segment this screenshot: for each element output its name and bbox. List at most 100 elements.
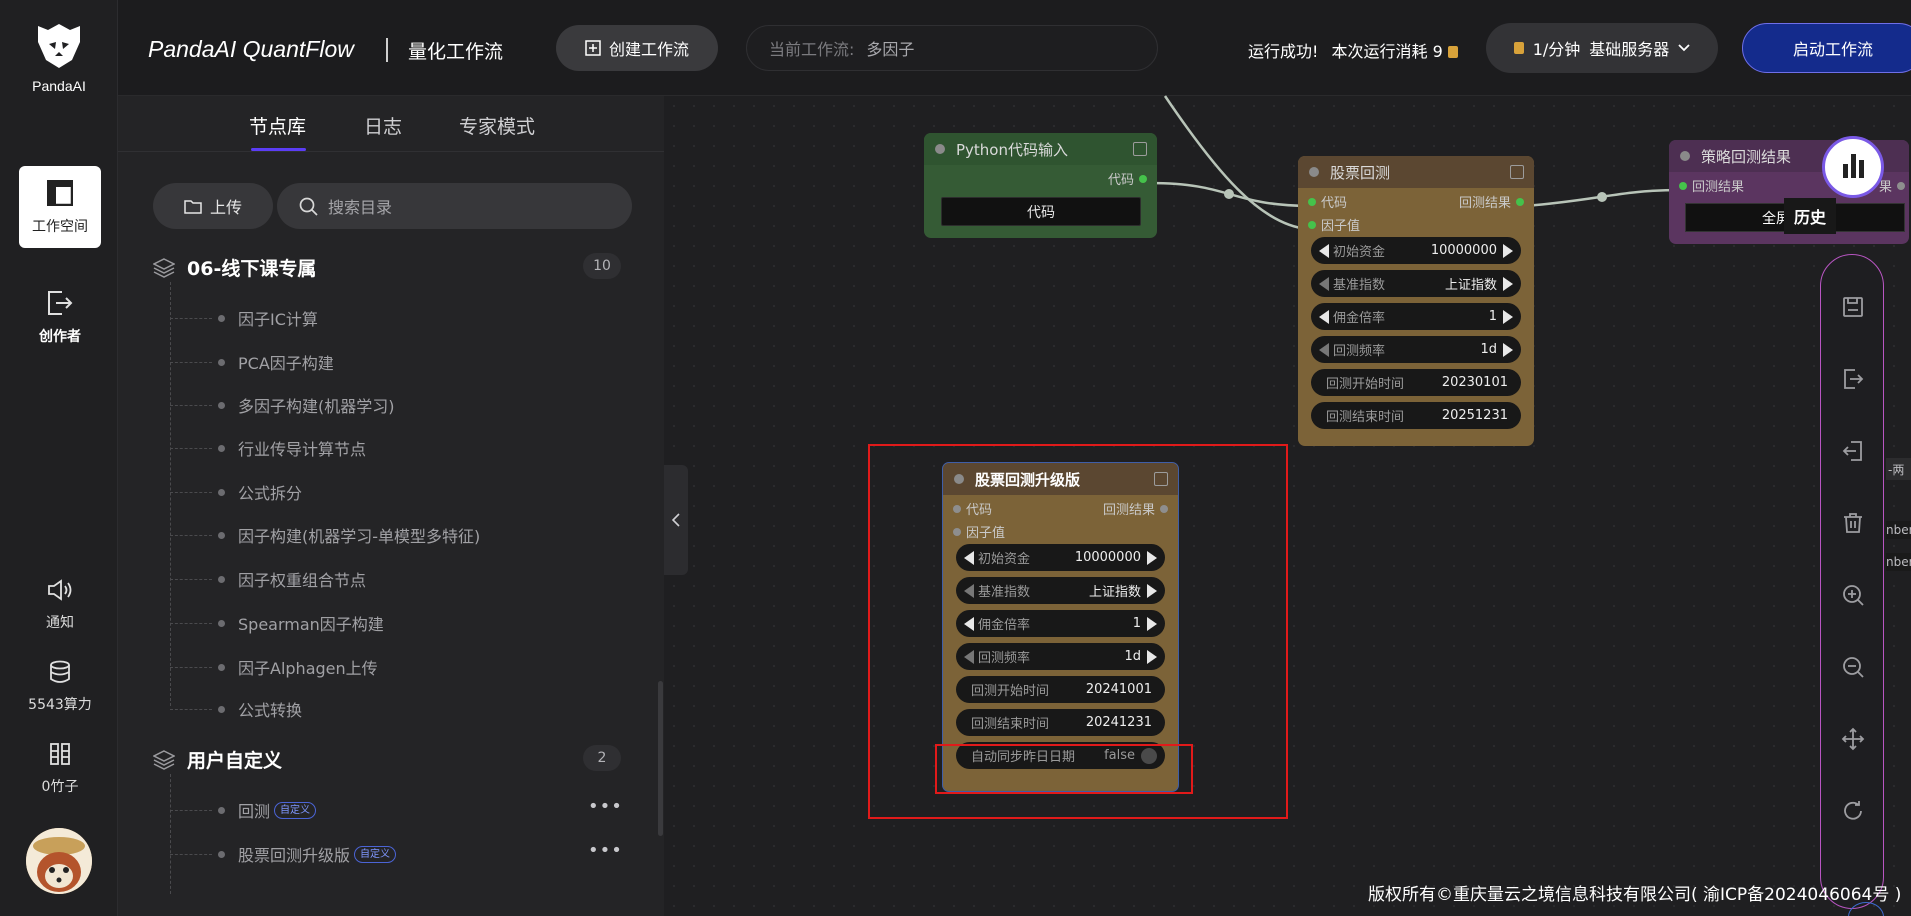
list-item[interactable]: 股票回测升级版 自定义 xyxy=(170,842,397,866)
input-port[interactable]: 回测结果 xyxy=(1679,176,1744,195)
history-button[interactable]: 历史 xyxy=(1784,198,1836,234)
list-item-label: 公式转换 xyxy=(238,701,303,720)
input-port[interactable]: 代码 xyxy=(1308,192,1347,211)
node-title: 策略回测结果 xyxy=(1701,147,1792,166)
list-item-label: 因子Alphagen上传 xyxy=(238,659,378,678)
server-select[interactable]: 1/分钟 基础服务器 xyxy=(1486,23,1718,73)
list-item[interactable]: 因子构建(机器学习-单模型多特征) xyxy=(170,523,480,547)
more-button[interactable]: ••• xyxy=(588,840,623,861)
tab-underline xyxy=(251,148,306,151)
decrement-arrow-icon[interactable] xyxy=(1319,243,1329,258)
node-python-code[interactable]: Python代码输入 代码 代码 xyxy=(924,133,1157,238)
sidebar-item-label: 创作者 xyxy=(39,329,81,345)
list-item[interactable]: 公式转换 xyxy=(170,697,302,721)
start-workflow-button[interactable]: 启动工作流 xyxy=(1742,23,1911,73)
list-item[interactable]: 因子权重组合节点 xyxy=(170,567,366,591)
widget-label: 佣金倍率 xyxy=(1333,311,1386,326)
sidebar-item-creator[interactable]: 创作者 xyxy=(19,290,101,346)
creator-icon xyxy=(48,291,73,315)
sidebar-item-notify[interactable]: 通知 xyxy=(19,578,101,632)
brand-title: PandaAI QuantFlow xyxy=(148,36,354,62)
database-icon xyxy=(50,660,70,683)
input-port[interactable]: 因子值 xyxy=(1308,215,1360,234)
zoom-out-icon[interactable] xyxy=(1841,655,1865,679)
logo[interactable]: PandaAI xyxy=(0,22,118,94)
node-title: 股票回测 xyxy=(1330,163,1391,182)
sidebar-item-workspace[interactable]: 工作空间 xyxy=(19,166,101,248)
current-workflow-field[interactable]: 当前工作流: 多因子 xyxy=(746,25,1158,71)
tab-log[interactable]: 日志 xyxy=(364,112,402,139)
output-port[interactable]: 回测结果 xyxy=(1459,192,1524,211)
node-stock-backtest[interactable]: 股票回测 代码 回测结果 因子值 初始资金 10000000 基准指数 上证指数 佣… xyxy=(1298,156,1534,446)
port-dot[interactable] xyxy=(1308,197,1316,206)
group-title[interactable]: 06-线下课专属 xyxy=(153,254,316,281)
list-item-label: 多因子构建(机器学习) xyxy=(238,397,395,416)
widget-label: 回测频率 xyxy=(1333,344,1386,359)
tab-expert-mode[interactable]: 专家模式 xyxy=(459,112,535,139)
offscreen-node-clip[interactable]: nber xyxy=(1886,521,1911,539)
increment-arrow-icon[interactable] xyxy=(1503,276,1513,291)
import-icon[interactable] xyxy=(1841,439,1865,463)
port-dot[interactable] xyxy=(1139,174,1147,183)
create-workflow-button[interactable]: 创建工作流 xyxy=(556,25,718,71)
sidebar-item-label: 通知 xyxy=(46,615,74,631)
scrollbar-thumb[interactable] xyxy=(658,681,663,836)
number-widget[interactable]: 佣金倍率 1 xyxy=(1311,303,1521,330)
more-button[interactable]: ••• xyxy=(588,796,623,817)
combo-widget[interactable]: 基准指数 上证指数 xyxy=(1311,270,1521,297)
avatar[interactable] xyxy=(26,828,92,894)
decrement-arrow-icon[interactable] xyxy=(1319,342,1329,357)
increment-arrow-icon[interactable] xyxy=(1503,342,1513,357)
upload-button[interactable]: 上传 xyxy=(153,183,273,229)
list-item[interactable]: 因子Alphagen上传 xyxy=(170,655,378,679)
list-item[interactable]: 行业传导计算节点 xyxy=(170,436,366,460)
list-item[interactable]: Spearman因子构建 xyxy=(170,611,384,635)
port-dot[interactable] xyxy=(1308,220,1316,229)
trash-icon[interactable] xyxy=(1841,511,1865,535)
edit-icon[interactable] xyxy=(1133,142,1147,156)
number-widget[interactable]: 初始资金 10000000 xyxy=(1311,237,1521,264)
node-header[interactable]: 股票回测 xyxy=(1298,156,1534,188)
chart-float-button[interactable] xyxy=(1822,136,1884,198)
sidebar-item-compute[interactable]: 5543算力 xyxy=(19,660,101,714)
tab-node-library[interactable]: 节点库 xyxy=(249,112,306,139)
zoom-in-icon[interactable] xyxy=(1841,583,1865,607)
port-dot[interactable] xyxy=(1679,181,1687,190)
list-item[interactable]: PCA因子构建 xyxy=(170,350,334,374)
widget-label: 基准指数 xyxy=(1333,278,1386,293)
port-dot[interactable] xyxy=(1897,181,1905,190)
offscreen-node-clip[interactable]: -两 xyxy=(1886,458,1911,480)
left-sidebar: PandaAI 工作空间 创作者 通知 5543算力 0竹子 xyxy=(0,0,118,916)
collapse-panel-button[interactable] xyxy=(664,465,688,575)
output-port-clipped[interactable]: 果 xyxy=(1879,176,1905,195)
widget-value: 20230101 xyxy=(1441,375,1508,390)
output-port[interactable]: 代码 xyxy=(1108,169,1147,188)
widget-label: 回测开始时间 xyxy=(1326,377,1405,392)
code-editor-button[interactable]: 代码 xyxy=(941,197,1141,226)
increment-arrow-icon[interactable] xyxy=(1503,309,1513,324)
group-title[interactable]: 用户自定义 xyxy=(153,746,282,773)
edit-icon[interactable] xyxy=(1510,165,1524,179)
list-item[interactable]: 因子IC计算 xyxy=(170,306,318,330)
sidebar-item-bamboo[interactable]: 0竹子 xyxy=(19,742,101,796)
move-icon[interactable] xyxy=(1841,727,1865,751)
list-item[interactable]: 多因子构建(机器学习) xyxy=(170,393,395,417)
list-item[interactable]: 回测 自定义 xyxy=(170,798,317,822)
list-item[interactable]: 公式拆分 xyxy=(170,480,302,504)
increment-arrow-icon[interactable] xyxy=(1503,243,1513,258)
text-widget[interactable]: 回测结束时间 20251231 xyxy=(1311,402,1521,429)
port-label: 代码 xyxy=(1321,196,1348,211)
offscreen-node-clip[interactable]: nber2 xyxy=(1886,553,1911,571)
port-dot[interactable] xyxy=(1516,197,1524,206)
export-icon[interactable] xyxy=(1841,367,1865,391)
text-widget[interactable]: 回测开始时间 20230101 xyxy=(1311,369,1521,396)
decrement-arrow-icon[interactable] xyxy=(1319,309,1329,324)
list-item-label: 回测 xyxy=(238,802,271,821)
sidebar-item-label: 0竹子 xyxy=(41,779,79,795)
refresh-icon[interactable] xyxy=(1841,799,1865,823)
search-input[interactable]: 搜索目录 xyxy=(277,183,632,229)
decrement-arrow-icon[interactable] xyxy=(1319,276,1329,291)
node-header[interactable]: Python代码输入 xyxy=(924,133,1157,165)
combo-widget[interactable]: 回测频率 1d xyxy=(1311,336,1521,363)
save-icon[interactable] xyxy=(1841,295,1865,319)
